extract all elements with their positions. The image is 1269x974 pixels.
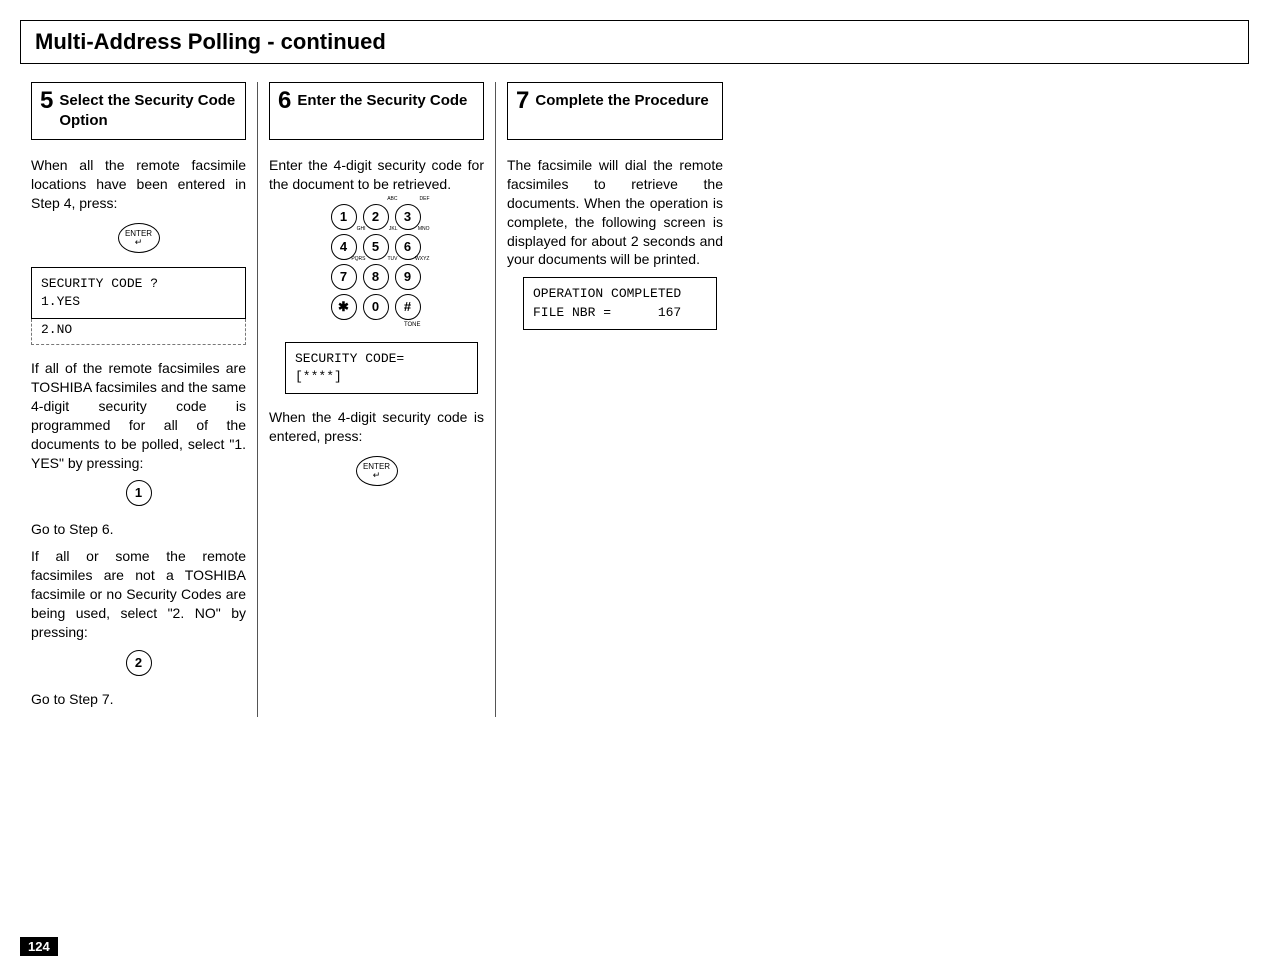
key-5-icon: 5JKL <box>363 234 389 260</box>
screen-line: OPERATION COMPLETED <box>533 286 681 301</box>
tone-label: TONE <box>331 322 423 328</box>
step-5-title: Select the Security Code Option <box>59 91 237 130</box>
step-6-header: 6 Enter the Security Code <box>269 82 484 140</box>
keypad-1-icon: 1 <box>126 480 152 506</box>
key-glyph: # <box>404 299 411 314</box>
step-7-header: 7 Complete the Procedure <box>507 82 723 140</box>
step-5-para-2: If all of the remote facsimiles are TOSH… <box>31 359 246 472</box>
key-letters: PQRS <box>351 256 365 262</box>
step-5-para-1: When all the remote facsimile locations … <box>31 156 246 213</box>
key-glyph: 9 <box>404 269 411 284</box>
security-code-entry-screen: SECURITY CODE= [****] <box>285 342 478 394</box>
key-glyph: 4 <box>340 239 347 254</box>
screen-line: SECURITY CODE ? <box>41 276 158 291</box>
key-letters: MNO <box>418 226 430 232</box>
page-number: 124 <box>20 937 58 956</box>
key-hash-icon: # <box>395 294 421 320</box>
key-glyph: 2 <box>372 209 379 224</box>
key-glyph: 8 <box>372 269 379 284</box>
col-step-7: 7 Complete the Procedure The facsimile w… <box>496 82 734 717</box>
key-glyph: 6 <box>404 239 411 254</box>
key-2-icon: 2ABC <box>363 204 389 230</box>
security-code-prompt-screen: SECURITY CODE ? 1.YES <box>31 267 246 319</box>
step-5-para-5: Go to Step 7. <box>31 690 246 709</box>
screen-line: 2.NO <box>41 322 72 337</box>
key-0-icon: 0 <box>363 294 389 320</box>
key-glyph: 0 <box>372 299 379 314</box>
step-6-para-1: Enter the 4-digit security code for the … <box>269 156 484 194</box>
screen-line: SECURITY CODE= <box>295 351 404 366</box>
step-5-number: 5 <box>40 89 53 113</box>
operation-completed-screen: OPERATION COMPLETED FILE NBR = 167 <box>523 277 717 329</box>
keypad-icon: 1 2ABC 3DEF 4GHI 5JKL 6MNO 7PQRS 8TUV 9W… <box>269 204 484 328</box>
col-step-6: 6 Enter the Security Code Enter the 4-di… <box>258 82 496 717</box>
step-6-number: 6 <box>278 89 291 113</box>
key-8-icon: 8TUV <box>363 264 389 290</box>
screen-line: FILE NBR = 167 <box>533 305 681 320</box>
key-3-icon: 3DEF <box>395 204 421 230</box>
key-glyph: ✱ <box>338 299 349 315</box>
step-7-title: Complete the Procedure <box>535 91 708 111</box>
key-letters: WXYZ <box>415 256 429 262</box>
step-5-para-3: Go to Step 6. <box>31 520 246 539</box>
key-star-icon: ✱ <box>331 294 357 320</box>
step-7-para-1: The facsimile will dial the remote facsi… <box>507 156 723 269</box>
key-1-icon: 1 <box>331 204 357 230</box>
key-glyph: 1 <box>340 209 347 224</box>
key-9-icon: 9WXYZ <box>395 264 421 290</box>
step-7-number: 7 <box>516 89 529 113</box>
key-letters: JKL <box>389 226 398 232</box>
page-title-box: Multi-Address Polling - continued <box>20 20 1249 64</box>
key-7-icon: 7PQRS <box>331 264 357 290</box>
key-glyph: 7 <box>340 269 347 284</box>
key-letters: GHI <box>357 226 366 232</box>
columns: 5 Select the Security Code Option When a… <box>20 82 1249 717</box>
step-5-para-4: If all or some the remote facsimiles are… <box>31 547 246 641</box>
step-5-header: 5 Select the Security Code Option <box>31 82 246 140</box>
key-letters: ABC <box>387 196 397 202</box>
key-letters: DEF <box>420 196 430 202</box>
col-step-5: 5 Select the Security Code Option When a… <box>20 82 258 717</box>
screen-line: 1.YES <box>41 294 80 309</box>
step-6-title: Enter the Security Code <box>297 91 467 111</box>
keypad-2-icon: 2 <box>126 650 152 676</box>
page-title: Multi-Address Polling - continued <box>35 29 386 54</box>
key-letters: TUV <box>388 256 398 262</box>
key-glyph: 5 <box>372 239 379 254</box>
enter-key-icon: ENTER <box>118 223 160 253</box>
screen-line: [****] <box>295 369 342 384</box>
security-code-prompt-ext: 2.NO <box>31 319 246 345</box>
key-glyph: 3 <box>404 209 411 224</box>
enter-key-icon: ENTER <box>356 456 398 486</box>
step-6-para-2: When the 4-digit security code is entere… <box>269 408 484 446</box>
